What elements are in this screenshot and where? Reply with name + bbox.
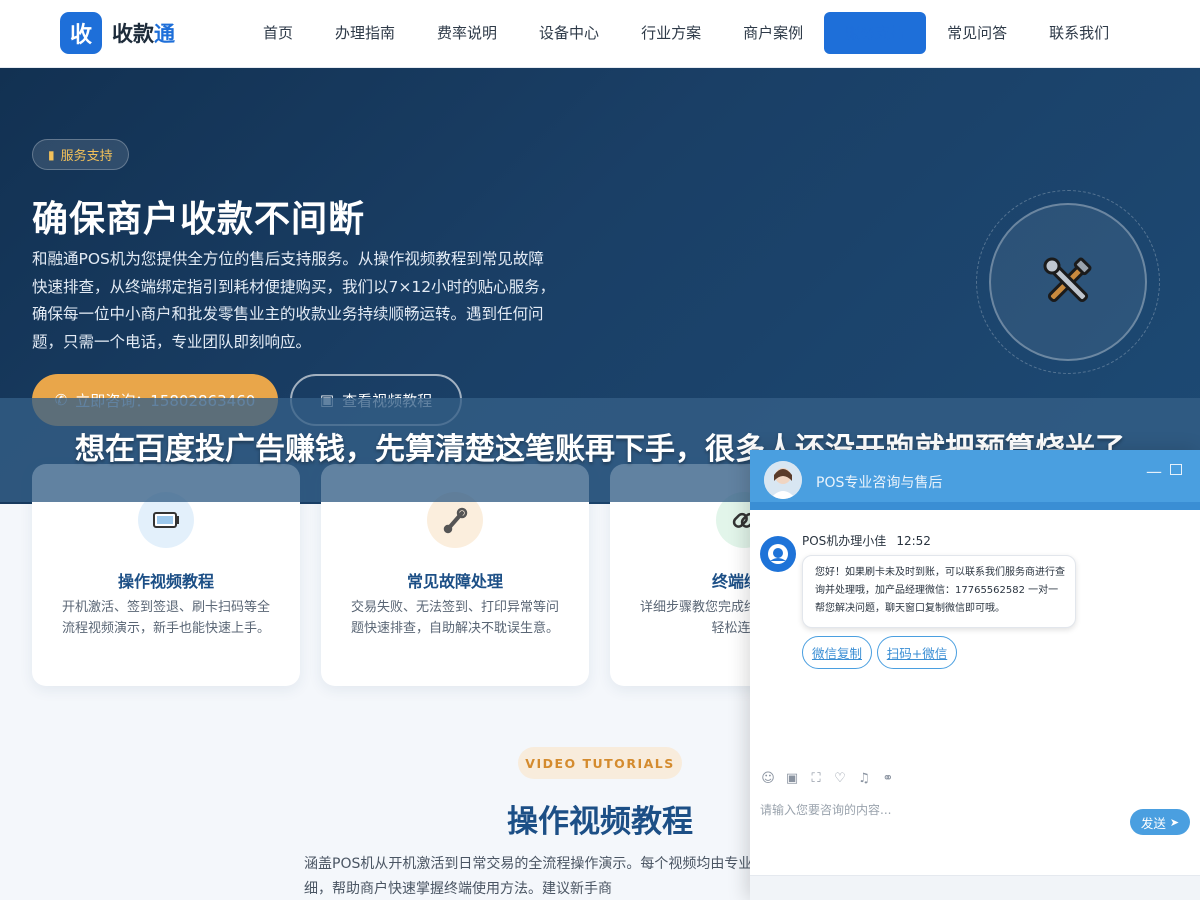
message-bubble: 您好！如果刷卡未及时到账，可以联系我们服务商进行查询并处理哦，加产品经理微信：1… [802,555,1076,628]
chat-toolbar: ☺ ▣ ⛶ ♡ ♫ ⚭ [760,770,904,786]
message-meta: POS机办理小佳 12:52 [802,532,931,549]
chat-header-divider [750,502,1200,510]
nav-cases[interactable]: 商户案例 [722,12,824,54]
card-description: 开机激活、签到签退、刷卡扫码等全流程视频演示，新手也能快速上手。 [61,600,270,636]
logo[interactable]: 收 收款通 [60,12,175,54]
nav-guide[interactable]: 办理指南 [314,12,416,54]
agent-avatar [760,536,796,572]
logo-text-main: 收款 [112,22,154,46]
screenshot-icon[interactable]: ⛶ [808,770,824,786]
nav-contact[interactable]: 联系我们 [1028,12,1130,54]
tools-badge [989,203,1147,361]
nav-solutions[interactable]: 行业方案 [620,12,722,54]
minimize-icon[interactable]: — [1146,462,1162,481]
wechat-icon[interactable]: ⚭ [880,770,896,786]
chat-title: POS专业咨询与售后 [816,475,943,491]
card-title: 常见故障处理 [406,572,503,591]
chat-window: POS专业咨询与售后 — POS机办理小佳 12:52 您好！如果刷卡未及时到账，… [750,450,1200,900]
emoji-icon[interactable]: ☺ [760,770,776,786]
send-button[interactable]: 发送 ➤ [1130,809,1190,835]
chat-input[interactable]: 请输入您要咨询的内容... [760,801,891,818]
maximize-icon[interactable] [1170,464,1182,475]
wrench-icon [443,507,468,534]
agent-name: POS机办理小佳 [802,534,887,548]
tools-icon [1043,257,1092,303]
send-arrow-icon: ➤ [1169,815,1180,829]
nav-devices[interactable]: 设备中心 [518,12,620,54]
nav-home[interactable]: 首页 [242,12,314,54]
hero-badge-label: 服务支持 [60,149,113,164]
hero-badge: ▮ 服务支持 [32,139,129,170]
logo-icon: 收 [60,12,102,54]
chat-footer [750,875,1200,900]
clipboard-icon: ▮ [48,147,55,162]
card-description: 交易失败、无法签到、打印异常等问题快速排查，自助解决不耽误生意。 [350,600,559,636]
message-time: 12:52 [896,534,931,548]
video-icon [153,512,179,528]
send-label: 发送 [1140,815,1166,831]
hero-title: 确保商户收款不间断 [32,199,366,240]
logo-text: 收款通 [112,18,175,48]
image-icon[interactable]: ▣ [784,770,800,786]
evaluate-icon[interactable]: ♡ [832,770,848,786]
agent-photo-icon [764,461,802,499]
voice-icon[interactable]: ♫ [856,770,872,786]
nav-rates[interactable]: 费率说明 [416,12,518,54]
chat-header[interactable]: POS专业咨询与售后 — [750,450,1200,510]
site-header: 收 收款通 首页 办理指南 费率说明 设备中心 行业方案 商户案例 服务支持 常… [0,0,1200,68]
scan-wechat-button[interactable]: 扫码+微信 [877,636,957,669]
agent-headset-icon [768,544,788,564]
logo-text-accent: 通 [154,22,175,46]
nav-support[interactable]: 服务支持 [824,12,927,54]
chat-avatar [764,461,802,499]
nav-faq[interactable]: 常见问答 [926,12,1028,54]
card-title: 操作视频教程 [117,572,214,591]
section-tag: VIDEO TUTORIALS [518,747,682,779]
copy-wechat-button[interactable]: 微信复制 [802,636,872,669]
main-nav: 首页 办理指南 费率说明 设备中心 行业方案 商户案例 服务支持 常见问答 联系… [242,12,1130,54]
hero-description: 和融通POS机为您提供全方位的售后支持服务。从操作视频教程到常见故障快速排查，从… [32,250,556,351]
